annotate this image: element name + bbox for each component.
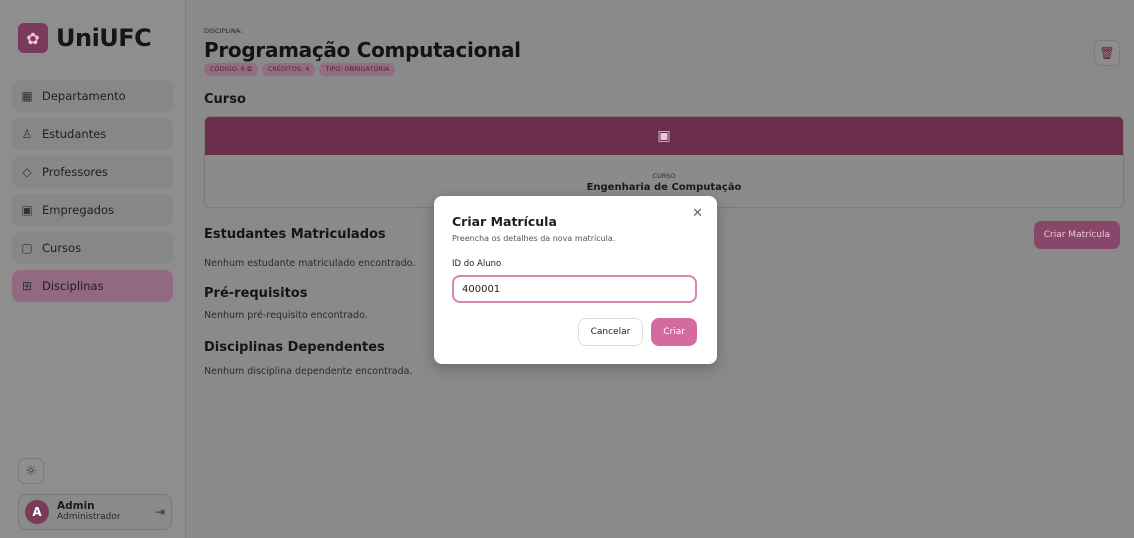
page-overline: DISCIPLINA: — [204, 27, 243, 35]
graduation-flower-icon: ✿ — [18, 23, 48, 53]
book-icon: ▢ — [21, 241, 33, 255]
cancel-button[interactable]: Cancelar — [577, 318, 644, 346]
course-label: CURSO — [652, 171, 676, 180]
empty-estudantes: Nenhum estudante matriculado encontrado. — [204, 258, 416, 269]
modal-description: Preencha os detalhes da nova matrícula. — [452, 234, 616, 243]
course-card-header: ▣ — [205, 117, 1123, 155]
tag-tipo: TIPO: OBRIGATÓRIA — [319, 63, 396, 76]
sidebar-item-professores[interactable]: ◇ Professores — [12, 156, 173, 188]
course-name: Engenharia de Computação — [586, 181, 742, 193]
sidebar-nav: ▦ Departamento ♙ Estudantes ◇ Professore… — [12, 80, 173, 302]
page-title: Programação Computacional — [204, 38, 521, 62]
tag-codigo[interactable]: CÓDIGO: 6 ⧉ — [204, 63, 258, 76]
sidebar: ✿ UniUFC ▦ Departamento ♙ Estudantes ◇ P… — [0, 0, 186, 538]
avatar: A — [25, 500, 49, 524]
course-card[interactable]: ▣ CURSO Engenharia de Computação — [204, 116, 1124, 208]
criar-matricula-modal: ✕ Criar Matrícula Preencha os detalhes d… — [434, 196, 717, 364]
brand[interactable]: ✿ UniUFC — [18, 20, 173, 56]
create-button[interactable]: Criar — [651, 318, 697, 346]
sidebar-item-empregados[interactable]: ▣ Empregados — [12, 194, 173, 226]
sidebar-item-cursos[interactable]: ▢ Cursos — [12, 232, 173, 264]
sidebar-item-label: Professores — [42, 165, 108, 179]
empty-prerequisitos: Nenhum pré-requisito encontrado. — [204, 310, 368, 321]
section-title-dependentes: Disciplinas Dependentes — [204, 340, 385, 355]
tag-creditos: CRÉDITOS: 4 — [261, 63, 316, 76]
section-title-estudantes: Estudantes Matriculados — [204, 227, 386, 242]
user-meta: Admin Administrador — [57, 501, 147, 522]
theme-toggle-button[interactable]: ☼ — [18, 458, 44, 484]
logout-icon[interactable]: ⇥ — [155, 505, 165, 519]
sun-icon: ☼ — [25, 463, 37, 479]
modal-title: Criar Matrícula — [452, 214, 557, 229]
sidebar-item-departamento[interactable]: ▦ Departamento — [12, 80, 173, 112]
sidebar-item-label: Disciplinas — [42, 279, 104, 293]
id-aluno-input[interactable] — [452, 275, 697, 303]
sidebar-item-label: Estudantes — [42, 127, 107, 141]
brand-name: UniUFC — [56, 24, 152, 52]
user-card: A Admin Administrador ⇥ — [18, 494, 172, 530]
sidebar-item-label: Empregados — [42, 203, 114, 217]
criar-matricula-button[interactable]: Criar Matrícula — [1033, 221, 1120, 249]
field-label-id-aluno: ID do Aluno — [452, 259, 502, 269]
modal-actions: Cancelar Criar — [577, 318, 697, 346]
building-icon: ▦ — [21, 89, 33, 103]
sidebar-item-label: Departamento — [42, 89, 126, 103]
section-title-curso: Curso — [204, 92, 246, 107]
sidebar-item-label: Cursos — [42, 241, 82, 255]
user-role: Administrador — [57, 511, 121, 522]
delete-button[interactable]: 🗑 — [1094, 40, 1120, 66]
sidebar-item-disciplinas[interactable]: ⊞ Disciplinas — [12, 270, 173, 302]
grid-icon: ⊞ — [21, 279, 33, 293]
section-title-prerequisitos: Pré-requisitos — [204, 286, 308, 301]
close-icon[interactable]: ✕ — [692, 206, 703, 221]
trash-icon: 🗑 — [1099, 46, 1115, 60]
book-icon: ▣ — [657, 128, 671, 144]
sidebar-item-estudantes[interactable]: ♙ Estudantes — [12, 118, 173, 150]
graduation-cap-icon: ◇ — [22, 165, 32, 179]
discipline-tags: CÓDIGO: 6 ⧉ CRÉDITOS: 4 TIPO: OBRIGATÓRI… — [204, 63, 396, 76]
user-icon: ♙ — [21, 127, 33, 141]
id-badge-icon: ▣ — [21, 203, 33, 217]
empty-dependentes: Nenhum disciplina dependente encontrada. — [204, 366, 413, 377]
